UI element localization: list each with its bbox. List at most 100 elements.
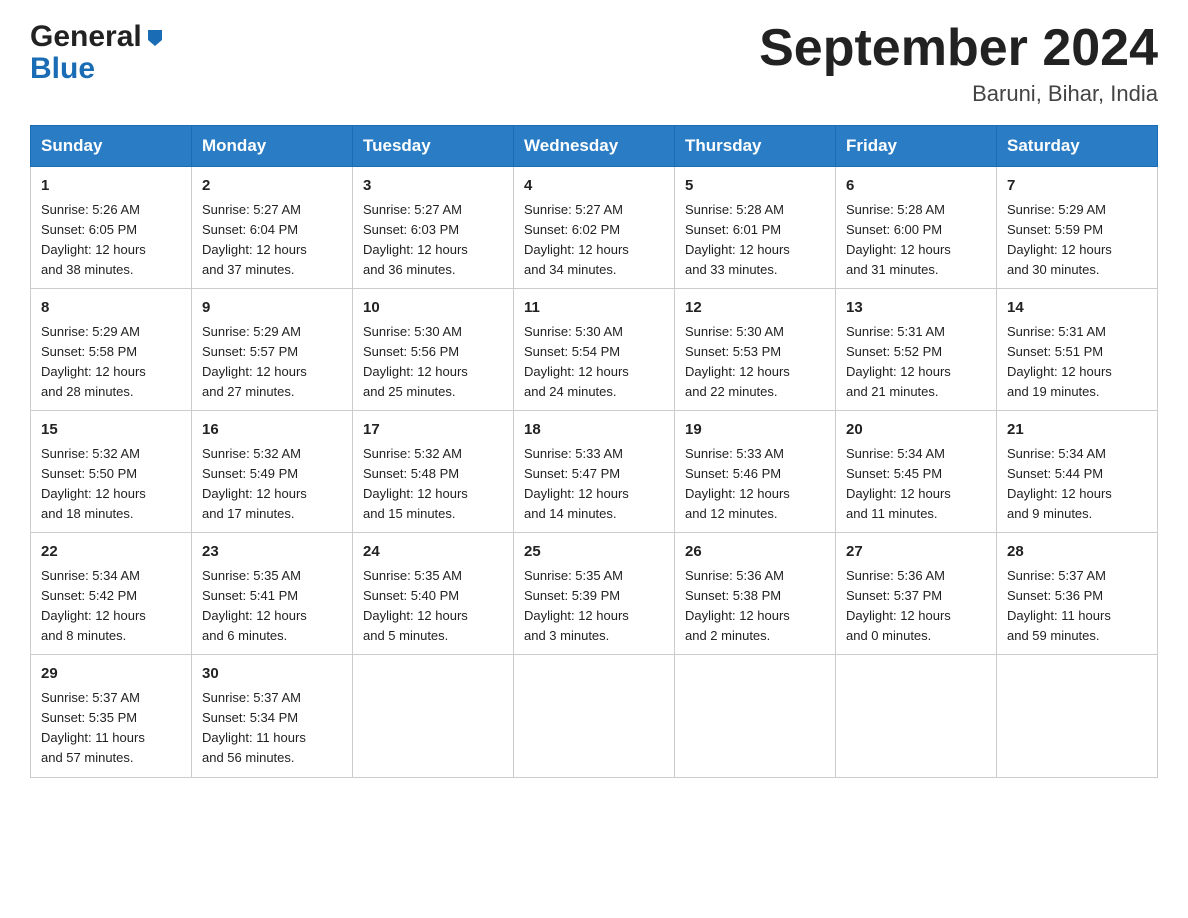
- cell-info: Sunrise: 5:37 AMSunset: 5:34 PMDaylight:…: [202, 690, 306, 765]
- calendar-cell: 26 Sunrise: 5:36 AMSunset: 5:38 PMDaylig…: [675, 533, 836, 655]
- cell-info: Sunrise: 5:37 AMSunset: 5:36 PMDaylight:…: [1007, 568, 1111, 643]
- day-number: 25: [524, 541, 664, 564]
- calendar-cell: 16 Sunrise: 5:32 AMSunset: 5:49 PMDaylig…: [192, 411, 353, 533]
- calendar-cell: 17 Sunrise: 5:32 AMSunset: 5:48 PMDaylig…: [353, 411, 514, 533]
- calendar-cell: [675, 655, 836, 777]
- logo-arrow-icon: [144, 26, 166, 48]
- calendar-cell: 14 Sunrise: 5:31 AMSunset: 5:51 PMDaylig…: [997, 289, 1158, 411]
- title-block: September 2024 Baruni, Bihar, India: [759, 20, 1158, 107]
- calendar-cell: 9 Sunrise: 5:29 AMSunset: 5:57 PMDayligh…: [192, 289, 353, 411]
- cell-info: Sunrise: 5:28 AMSunset: 6:00 PMDaylight:…: [846, 202, 951, 277]
- cell-info: Sunrise: 5:30 AMSunset: 5:54 PMDaylight:…: [524, 324, 629, 399]
- calendar-cell: 7 Sunrise: 5:29 AMSunset: 5:59 PMDayligh…: [997, 167, 1158, 289]
- calendar-cell: 28 Sunrise: 5:37 AMSunset: 5:36 PMDaylig…: [997, 533, 1158, 655]
- cell-info: Sunrise: 5:35 AMSunset: 5:41 PMDaylight:…: [202, 568, 307, 643]
- day-number: 17: [363, 419, 503, 442]
- calendar-cell: 11 Sunrise: 5:30 AMSunset: 5:54 PMDaylig…: [514, 289, 675, 411]
- day-number: 4: [524, 175, 664, 198]
- cell-info: Sunrise: 5:34 AMSunset: 5:42 PMDaylight:…: [41, 568, 146, 643]
- col-thursday: Thursday: [675, 126, 836, 167]
- calendar-cell: 22 Sunrise: 5:34 AMSunset: 5:42 PMDaylig…: [31, 533, 192, 655]
- logo-blue-text: Blue: [30, 54, 95, 84]
- day-number: 26: [685, 541, 825, 564]
- page-title: September 2024: [759, 20, 1158, 77]
- calendar-cell: [353, 655, 514, 777]
- col-sunday: Sunday: [31, 126, 192, 167]
- calendar-cell: 15 Sunrise: 5:32 AMSunset: 5:50 PMDaylig…: [31, 411, 192, 533]
- cell-info: Sunrise: 5:29 AMSunset: 5:58 PMDaylight:…: [41, 324, 146, 399]
- cell-info: Sunrise: 5:30 AMSunset: 5:53 PMDaylight:…: [685, 324, 790, 399]
- day-number: 1: [41, 175, 181, 198]
- cell-info: Sunrise: 5:27 AMSunset: 6:03 PMDaylight:…: [363, 202, 468, 277]
- cell-info: Sunrise: 5:32 AMSunset: 5:49 PMDaylight:…: [202, 446, 307, 521]
- cell-info: Sunrise: 5:34 AMSunset: 5:45 PMDaylight:…: [846, 446, 951, 521]
- day-number: 10: [363, 297, 503, 320]
- calendar-cell: 12 Sunrise: 5:30 AMSunset: 5:53 PMDaylig…: [675, 289, 836, 411]
- calendar-cell: 21 Sunrise: 5:34 AMSunset: 5:44 PMDaylig…: [997, 411, 1158, 533]
- calendar-cell: 5 Sunrise: 5:28 AMSunset: 6:01 PMDayligh…: [675, 167, 836, 289]
- calendar-cell: 18 Sunrise: 5:33 AMSunset: 5:47 PMDaylig…: [514, 411, 675, 533]
- calendar-cell: 4 Sunrise: 5:27 AMSunset: 6:02 PMDayligh…: [514, 167, 675, 289]
- day-number: 8: [41, 297, 181, 320]
- day-number: 2: [202, 175, 342, 198]
- calendar-table: Sunday Monday Tuesday Wednesday Thursday…: [30, 125, 1158, 777]
- cell-info: Sunrise: 5:28 AMSunset: 6:01 PMDaylight:…: [685, 202, 790, 277]
- day-number: 11: [524, 297, 664, 320]
- calendar-cell: 13 Sunrise: 5:31 AMSunset: 5:52 PMDaylig…: [836, 289, 997, 411]
- col-monday: Monday: [192, 126, 353, 167]
- col-tuesday: Tuesday: [353, 126, 514, 167]
- day-number: 14: [1007, 297, 1147, 320]
- cell-info: Sunrise: 5:33 AMSunset: 5:47 PMDaylight:…: [524, 446, 629, 521]
- cell-info: Sunrise: 5:35 AMSunset: 5:40 PMDaylight:…: [363, 568, 468, 643]
- day-number: 15: [41, 419, 181, 442]
- cell-info: Sunrise: 5:33 AMSunset: 5:46 PMDaylight:…: [685, 446, 790, 521]
- day-number: 29: [41, 663, 181, 686]
- cell-info: Sunrise: 5:30 AMSunset: 5:56 PMDaylight:…: [363, 324, 468, 399]
- cell-info: Sunrise: 5:34 AMSunset: 5:44 PMDaylight:…: [1007, 446, 1112, 521]
- cell-info: Sunrise: 5:32 AMSunset: 5:50 PMDaylight:…: [41, 446, 146, 521]
- col-saturday: Saturday: [997, 126, 1158, 167]
- week-row-4: 22 Sunrise: 5:34 AMSunset: 5:42 PMDaylig…: [31, 533, 1158, 655]
- calendar-cell: [997, 655, 1158, 777]
- day-number: 9: [202, 297, 342, 320]
- cell-info: Sunrise: 5:36 AMSunset: 5:38 PMDaylight:…: [685, 568, 790, 643]
- day-number: 28: [1007, 541, 1147, 564]
- day-number: 24: [363, 541, 503, 564]
- calendar-cell: 1 Sunrise: 5:26 AMSunset: 6:05 PMDayligh…: [31, 167, 192, 289]
- calendar-cell: 29 Sunrise: 5:37 AMSunset: 5:35 PMDaylig…: [31, 655, 192, 777]
- day-number: 16: [202, 419, 342, 442]
- calendar-cell: 30 Sunrise: 5:37 AMSunset: 5:34 PMDaylig…: [192, 655, 353, 777]
- day-number: 12: [685, 297, 825, 320]
- calendar-cell: 27 Sunrise: 5:36 AMSunset: 5:37 PMDaylig…: [836, 533, 997, 655]
- day-number: 23: [202, 541, 342, 564]
- day-number: 13: [846, 297, 986, 320]
- cell-info: Sunrise: 5:27 AMSunset: 6:02 PMDaylight:…: [524, 202, 629, 277]
- page-subtitle: Baruni, Bihar, India: [759, 81, 1158, 107]
- cell-info: Sunrise: 5:35 AMSunset: 5:39 PMDaylight:…: [524, 568, 629, 643]
- day-number: 21: [1007, 419, 1147, 442]
- calendar-cell: 3 Sunrise: 5:27 AMSunset: 6:03 PMDayligh…: [353, 167, 514, 289]
- week-row-1: 1 Sunrise: 5:26 AMSunset: 6:05 PMDayligh…: [31, 167, 1158, 289]
- week-row-3: 15 Sunrise: 5:32 AMSunset: 5:50 PMDaylig…: [31, 411, 1158, 533]
- calendar-cell: 20 Sunrise: 5:34 AMSunset: 5:45 PMDaylig…: [836, 411, 997, 533]
- day-number: 19: [685, 419, 825, 442]
- col-wednesday: Wednesday: [514, 126, 675, 167]
- day-number: 22: [41, 541, 181, 564]
- day-number: 27: [846, 541, 986, 564]
- cell-info: Sunrise: 5:31 AMSunset: 5:52 PMDaylight:…: [846, 324, 951, 399]
- page-header: General Blue September 2024 Baruni, Biha…: [30, 20, 1158, 107]
- cell-info: Sunrise: 5:29 AMSunset: 5:57 PMDaylight:…: [202, 324, 307, 399]
- week-row-5: 29 Sunrise: 5:37 AMSunset: 5:35 PMDaylig…: [31, 655, 1158, 777]
- day-number: 30: [202, 663, 342, 686]
- day-number: 20: [846, 419, 986, 442]
- cell-info: Sunrise: 5:31 AMSunset: 5:51 PMDaylight:…: [1007, 324, 1112, 399]
- calendar-cell: 19 Sunrise: 5:33 AMSunset: 5:46 PMDaylig…: [675, 411, 836, 533]
- cell-info: Sunrise: 5:27 AMSunset: 6:04 PMDaylight:…: [202, 202, 307, 277]
- day-number: 3: [363, 175, 503, 198]
- day-number: 6: [846, 175, 986, 198]
- cell-info: Sunrise: 5:26 AMSunset: 6:05 PMDaylight:…: [41, 202, 146, 277]
- col-friday: Friday: [836, 126, 997, 167]
- calendar-cell: [836, 655, 997, 777]
- day-number: 5: [685, 175, 825, 198]
- calendar-header-row: Sunday Monday Tuesday Wednesday Thursday…: [31, 126, 1158, 167]
